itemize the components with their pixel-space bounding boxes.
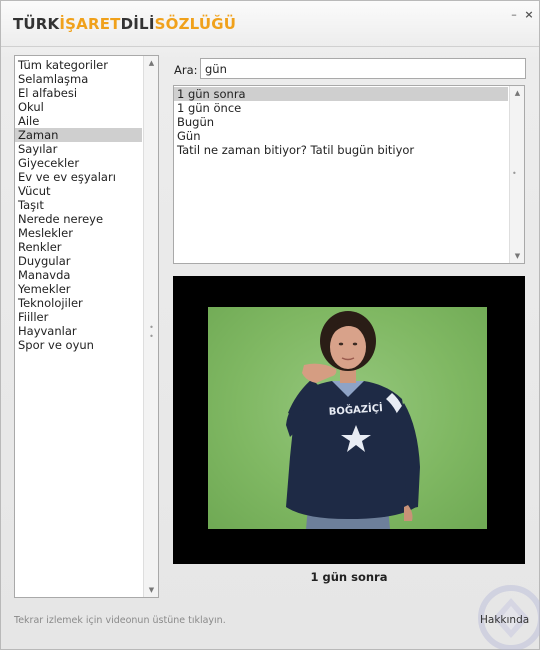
- category-items: Tüm kategoriler Selamlaşma El alfabesi Okul…: [15, 58, 142, 352]
- category-item[interactable]: Zaman: [15, 128, 142, 142]
- category-item[interactable]: Ev ve ev eşyaları: [15, 170, 142, 184]
- category-item[interactable]: Vücut: [15, 184, 142, 198]
- category-item[interactable]: Teknolojiler: [15, 296, 142, 310]
- category-item[interactable]: Spor ve oyun: [15, 338, 142, 352]
- result-item[interactable]: 1 gün sonra: [174, 87, 508, 101]
- logo-word-turk: TÜRK: [13, 15, 60, 33]
- category-item[interactable]: Hayvanlar: [15, 324, 142, 338]
- logo-word-sozlugu: SÖZLÜĞÜ: [154, 15, 237, 33]
- results-list[interactable]: 1 gün sonra 1 gün önce Bugün Gün Tatil ne za…: [173, 85, 525, 264]
- category-item[interactable]: Nerede nereye: [15, 212, 142, 226]
- category-list[interactable]: Tüm kategoriler Selamlaşma El alfabesi Okul…: [14, 55, 159, 598]
- signer-figure: BOĞAZİÇİ: [286, 311, 420, 529]
- category-item[interactable]: Manavda: [15, 268, 142, 282]
- close-button[interactable]: ×: [523, 9, 535, 21]
- category-item[interactable]: Giyecekler: [15, 156, 142, 170]
- category-item[interactable]: Fiiller: [15, 310, 142, 324]
- category-item[interactable]: Selamlaşma: [15, 72, 142, 86]
- result-items: 1 gün sonra 1 gün önce Bugün Gün Tatil ne za…: [174, 87, 508, 157]
- category-item[interactable]: Duygular: [15, 254, 142, 268]
- category-item[interactable]: Sayılar: [15, 142, 142, 156]
- category-item[interactable]: Renkler: [15, 240, 142, 254]
- search-input[interactable]: [200, 58, 526, 79]
- search-label: Ara:: [174, 63, 198, 77]
- video-frame[interactable]: BOĞAZİÇİ: [208, 307, 487, 529]
- triangle-up-icon[interactable]: ▲: [144, 56, 159, 70]
- results-resize-handle[interactable]: •: [512, 169, 517, 178]
- category-item[interactable]: El alfabesi: [15, 86, 142, 100]
- about-link[interactable]: Hakkında: [480, 614, 529, 626]
- app-window: TÜRKİŞARETDİLİSÖZLÜĞÜ – × Tüm kategorile…: [0, 0, 540, 650]
- category-item[interactable]: Aile: [15, 114, 142, 128]
- category-item[interactable]: Yemekler: [15, 282, 142, 296]
- result-item[interactable]: Gün: [174, 129, 508, 143]
- category-item[interactable]: Okul: [15, 100, 142, 114]
- result-item[interactable]: 1 gün önce: [174, 101, 508, 115]
- app-logo: TÜRKİŞARETDİLİSÖZLÜĞÜ: [13, 15, 236, 33]
- minimize-button[interactable]: –: [508, 9, 520, 21]
- title-bar: TÜRKİŞARETDİLİSÖZLÜĞÜ – ×: [1, 1, 539, 47]
- triangle-up-icon[interactable]: ▲: [510, 86, 525, 100]
- logo-word-isaret: İŞARET: [59, 15, 121, 33]
- university-seal-icon: [471, 576, 540, 650]
- replay-hint: Tekrar izlemek için videonun üstüne tıkl…: [14, 615, 226, 626]
- result-item[interactable]: Tatil ne zaman bitiyor? Tatil bugün biti…: [174, 143, 508, 157]
- triangle-down-icon[interactable]: ▼: [510, 249, 525, 263]
- video-player[interactable]: BOĞAZİÇİ: [173, 276, 525, 564]
- logo-word-dili: DİLİ: [120, 15, 155, 33]
- category-item[interactable]: Taşıt: [15, 198, 142, 212]
- category-item[interactable]: Meslekler: [15, 226, 142, 240]
- category-item[interactable]: Tüm kategoriler: [15, 58, 142, 72]
- triangle-down-icon[interactable]: ▼: [144, 583, 159, 597]
- splitter-handle[interactable]: • •: [147, 323, 157, 341]
- result-item[interactable]: Bugün: [174, 115, 508, 129]
